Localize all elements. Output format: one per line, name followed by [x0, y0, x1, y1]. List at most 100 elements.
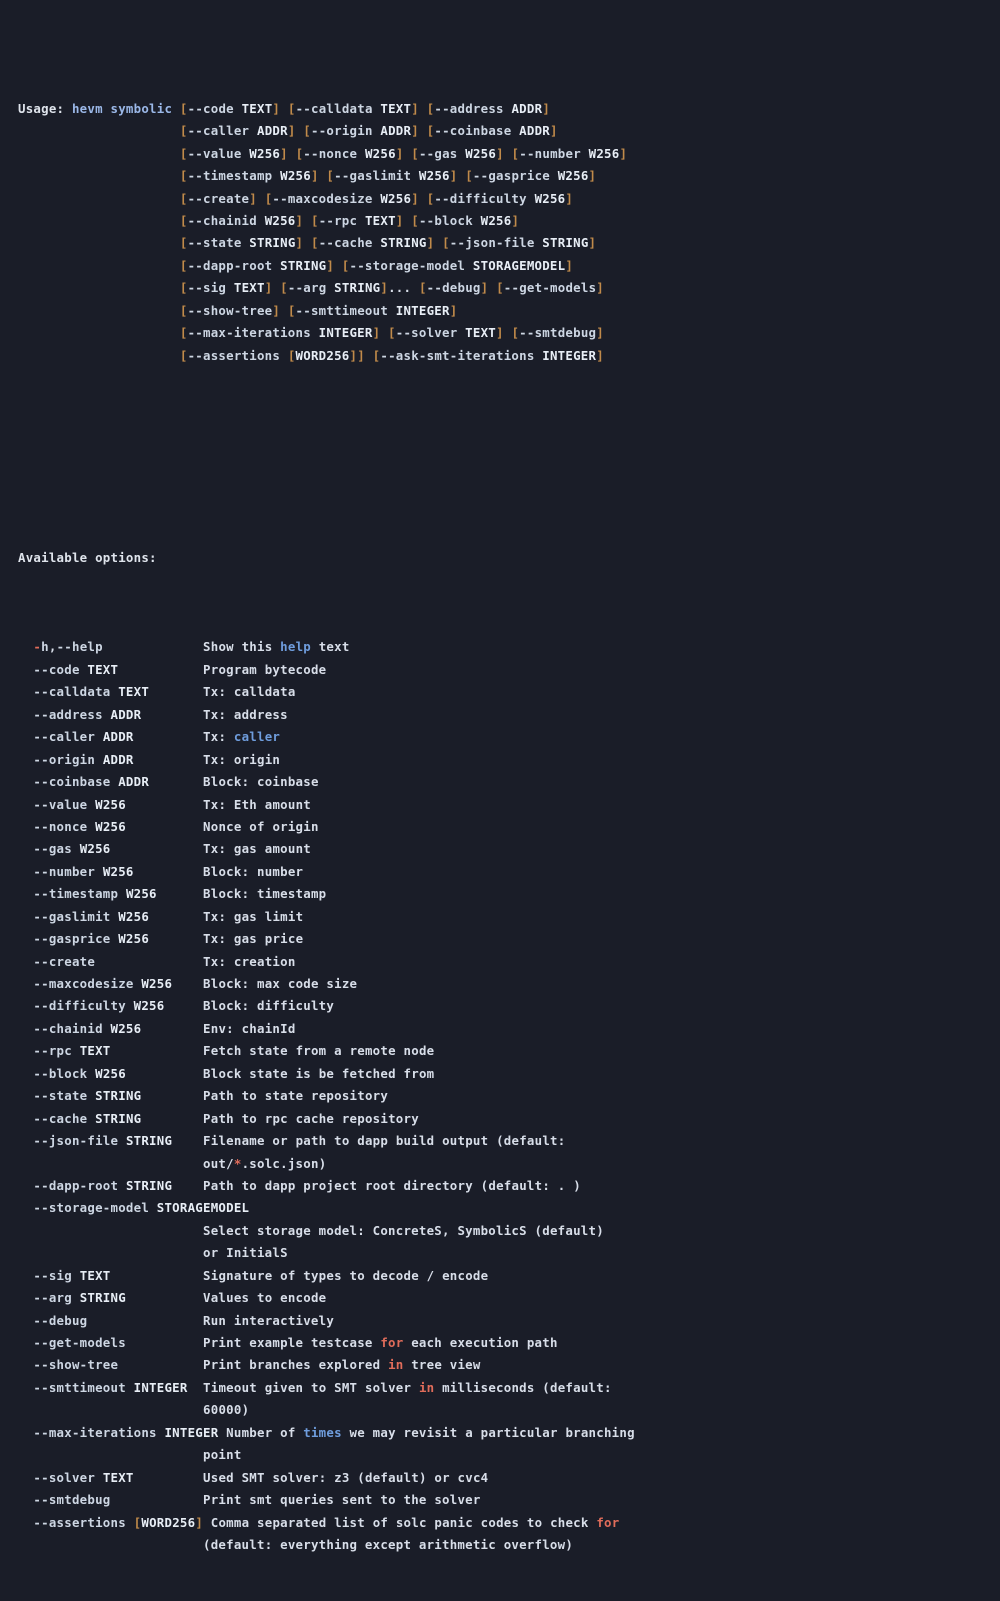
column-gap: [134, 752, 203, 767]
option-row[interactable]: --value W256 Tx: Eth amount: [18, 794, 1000, 816]
option-row[interactable]: --calldata TEXT Tx: calldata: [18, 681, 1000, 703]
option-row[interactable]: --arg STRING Values to encode: [18, 1287, 1000, 1309]
bracket: [: [341, 257, 350, 273]
bracket: [: [179, 145, 188, 161]
column-gap: [172, 1133, 203, 1148]
option-row[interactable]: --caller ADDR Tx: caller: [18, 726, 1000, 748]
option-row[interactable]: --dapp-root STRING Path to dapp project …: [18, 1175, 1000, 1197]
usage-metavar: STRING: [280, 257, 327, 273]
bracket: ]: [588, 235, 597, 251]
option-row[interactable]: --sig TEXT Signature of types to decode …: [18, 1265, 1000, 1287]
option-row[interactable]: --difficulty W256 Block: difficulty: [18, 995, 1000, 1017]
usage-option: --arg: [287, 280, 327, 296]
option-row[interactable]: --chainid W256 Env: chainId: [18, 1018, 1000, 1040]
option-description: Run interactively: [203, 1312, 335, 1328]
option-row[interactable]: --debug Run interactively: [18, 1310, 1000, 1332]
usage-indent: [18, 303, 180, 318]
bracket: ]: [249, 190, 257, 206]
bracket: ]: [550, 123, 558, 139]
usage-option: --smttimeout: [295, 302, 389, 318]
option-flag: --storage-model: [33, 1200, 150, 1216]
option-row[interactable]: --show-tree Print branches explored in t…: [18, 1354, 1000, 1376]
column-gap: [95, 954, 203, 969]
column-gap: [149, 909, 203, 924]
option-row[interactable]: --gas W256 Tx: gas amount: [18, 838, 1000, 860]
option-description: Block: coinbase: [203, 774, 319, 790]
option-row[interactable]: --storage-model STORAGEMODEL: [18, 1197, 1000, 1219]
option-metavar: STRING: [79, 1290, 126, 1306]
usage-option: --ask-smt-iterations: [380, 347, 535, 363]
option-description: Print example testcase for each executio…: [203, 1335, 558, 1351]
option-row[interactable]: -h,--help Show this help text: [18, 636, 1000, 658]
bracket: [: [179, 257, 188, 273]
option-row[interactable]: --rpc TEXT Fetch state from a remote nod…: [18, 1040, 1000, 1062]
column-gap: [141, 1111, 203, 1126]
usage-option: --max-iterations: [187, 325, 311, 341]
usage-metavar: W256: [557, 168, 589, 184]
option-metavar: TEXT: [79, 1267, 111, 1283]
option-row[interactable]: --state STRING Path to state repository: [18, 1085, 1000, 1107]
option-row[interactable]: --cache STRING Path to rpc cache reposit…: [18, 1108, 1000, 1130]
column-gap: [126, 1066, 203, 1081]
usage-label: Usage:: [18, 100, 65, 116]
option-flag: --timestamp: [33, 886, 119, 902]
option-row[interactable]: --get-models Print example testcase for …: [18, 1332, 1000, 1354]
option-row[interactable]: --smttimeout INTEGER Timeout given to SM…: [18, 1377, 1000, 1399]
option-row[interactable]: --coinbase ADDR Block: coinbase: [18, 771, 1000, 793]
option-row[interactable]: --nonce W256 Nonce of origin: [18, 816, 1000, 838]
option-row[interactable]: --gasprice W256 Tx: gas price: [18, 928, 1000, 950]
option-metavar: TEXT: [87, 661, 119, 677]
option-row[interactable]: --number W256 Block: number: [18, 861, 1000, 883]
option-description: Tx: address: [203, 706, 288, 722]
bracket: ]: [596, 347, 604, 363]
option-row[interactable]: --origin ADDR Tx: origin: [18, 749, 1000, 771]
column-gap: [149, 774, 203, 789]
usage-option: --gaslimit: [334, 168, 412, 184]
option-description: point: [203, 1447, 242, 1463]
usage-line: [--state STRING] [--cache STRING] [--jso…: [18, 232, 1000, 254]
usage-option: --storage-model: [349, 257, 466, 273]
option-row[interactable]: --address ADDR Tx: address: [18, 704, 1000, 726]
bracket: ]: [395, 213, 404, 228]
option-row[interactable]: --assertions [WORD256] Comma separated l…: [18, 1512, 1000, 1534]
usage-metavar: ADDR: [519, 123, 551, 139]
option-row[interactable]: --solver TEXT Used SMT solver: z3 (defau…: [18, 1467, 1000, 1489]
bracket: [: [179, 213, 188, 228]
column-gap: [134, 1470, 203, 1485]
option-flag: --nonce: [33, 818, 88, 834]
option-description: Select storage model: ConcreteS, Symboli…: [203, 1222, 604, 1238]
bracket: [: [287, 347, 296, 363]
option-metavar: INTEGER: [133, 1379, 188, 1395]
option-flag: --solver: [33, 1469, 96, 1485]
option-row[interactable]: --block W256 Block state is be fetched f…: [18, 1063, 1000, 1085]
bracket: ]: [411, 123, 419, 139]
option-flag: --dapp-root: [33, 1177, 119, 1193]
options-list: -h,--help Show this help text --code TEX…: [18, 636, 1000, 1556]
option-flag: --origin: [33, 751, 96, 767]
option-description: Values to encode: [203, 1290, 327, 1306]
available-options-heading: Available options:: [18, 549, 157, 565]
usage-metavar: TEXT: [380, 100, 412, 116]
option-row[interactable]: --create Tx: creation: [18, 951, 1000, 973]
option-row[interactable]: --code TEXT Program bytecode: [18, 659, 1000, 681]
column-gap: [164, 998, 203, 1013]
option-row[interactable]: --timestamp W256 Block: timestamp: [18, 883, 1000, 905]
usage-line: [--timestamp W256] [--gaslimit W256] [--…: [18, 165, 1000, 187]
option-description: Timeout given to SMT solver in milliseco…: [203, 1379, 612, 1395]
bracket: [: [179, 347, 188, 363]
option-metavar: ADDR: [102, 729, 134, 745]
option-row[interactable]: --gaslimit W256 Tx: gas limit: [18, 906, 1000, 928]
option-flag: --smtdebug: [33, 1492, 111, 1508]
option-row[interactable]: --smtdebug Print smt queries sent to the…: [18, 1489, 1000, 1511]
option-row[interactable]: --json-file STRING Filename or path to d…: [18, 1130, 1000, 1152]
option-metavar: W256: [133, 998, 165, 1014]
option-row[interactable]: --max-iterations INTEGER Number of times…: [18, 1422, 1000, 1444]
option-flag: --arg: [33, 1290, 72, 1306]
bracket: [: [310, 235, 319, 251]
usage-indent: [18, 325, 180, 340]
column-gap: [149, 684, 203, 699]
option-description: Tx: creation: [203, 953, 296, 969]
option-row[interactable]: --maxcodesize W256 Block: max code size: [18, 973, 1000, 995]
usage-line: [--max-iterations INTEGER] [--solver TEX…: [18, 322, 1000, 344]
